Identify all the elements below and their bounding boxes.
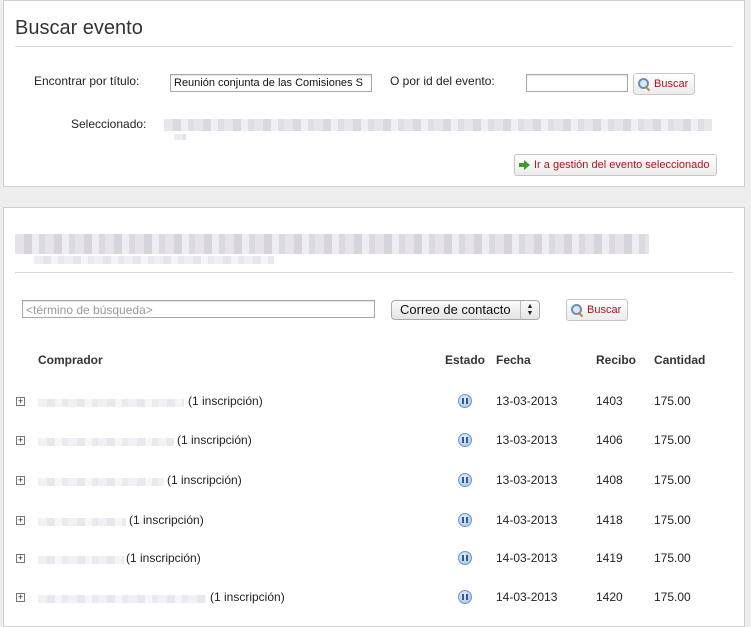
green-arrow-icon	[519, 160, 530, 170]
buyer-name-redacted	[38, 478, 164, 486]
column-header-status: Estado	[445, 353, 486, 367]
column-header-date: Fecha	[496, 353, 531, 367]
search-event-panel: Buscar evento Encontrar por título: Reun…	[3, 0, 745, 187]
pause-icon	[458, 513, 472, 527]
row-registrations: (1 inscripción)	[177, 433, 252, 447]
buyer-name-redacted	[38, 556, 124, 564]
row-receipt: 1403	[596, 394, 623, 408]
magnifier-icon	[638, 78, 650, 90]
row-receipt: 1418	[596, 513, 623, 527]
column-header-receipt: Recibo	[596, 353, 637, 367]
row-receipt: 1406	[596, 433, 623, 447]
event-name-redacted	[15, 234, 649, 254]
expand-row-icon[interactable]: +	[16, 516, 25, 525]
search-event-button-label: Buscar	[654, 78, 689, 90]
buyer-name-redacted	[38, 438, 174, 446]
row-receipt: 1408	[596, 473, 623, 487]
expand-row-icon[interactable]: +	[16, 436, 25, 445]
selected-event-redacted	[164, 119, 712, 131]
pause-icon	[458, 473, 472, 487]
row-receipt: 1419	[596, 551, 623, 565]
row-registrations: (1 inscripción)	[126, 551, 201, 565]
row-amount: 175.00	[654, 551, 691, 565]
event-id-input[interactable]	[526, 74, 628, 92]
row-date: 14-03-2013	[496, 513, 558, 527]
search-field-select-value: Correo de contacto	[400, 302, 511, 317]
selected-label: Seleccionado:	[71, 117, 147, 131]
search-event-button[interactable]: Buscar	[633, 73, 696, 95]
expand-row-icon[interactable]: +	[16, 593, 25, 602]
search-field-select[interactable]: Correo de contacto ▲ ▼	[391, 300, 540, 320]
row-registrations: (1 inscripción)	[167, 473, 242, 487]
row-registrations: (1 inscripción)	[188, 394, 263, 408]
pause-icon	[458, 394, 472, 408]
pause-icon	[458, 590, 472, 604]
buyer-name-redacted	[38, 595, 206, 603]
row-amount: 175.00	[654, 513, 691, 527]
event-title-input[interactable]: Reunión conjunta de las Comisiones S	[170, 74, 372, 92]
row-date: 13-03-2013	[496, 433, 558, 447]
go-to-event-button[interactable]: Ir a gestión del evento seleccionado	[514, 154, 717, 176]
event-divider	[15, 272, 733, 273]
select-arrows-icon: ▲ ▼	[520, 301, 539, 319]
row-date: 13-03-2013	[496, 394, 558, 408]
go-to-event-button-label: Ir a gestión del evento seleccionado	[534, 159, 710, 171]
magnifier-icon	[571, 304, 583, 316]
row-date: 13-03-2013	[496, 473, 558, 487]
column-header-buyer: Comprador	[38, 353, 103, 367]
buyer-search-button-label: Buscar	[587, 304, 622, 316]
row-amount: 175.00	[654, 433, 691, 447]
buyer-name-redacted	[38, 399, 184, 407]
row-registrations: (1 inscripción)	[129, 513, 204, 527]
row-date: 14-03-2013	[496, 551, 558, 565]
row-amount: 175.00	[654, 394, 691, 408]
title-divider	[15, 46, 733, 47]
buyer-name-redacted	[38, 518, 126, 526]
pause-icon	[458, 433, 472, 447]
row-amount: 175.00	[654, 590, 691, 604]
row-registrations: (1 inscripción)	[210, 590, 285, 604]
event-name-redacted-2	[34, 256, 274, 264]
row-receipt: 1420	[596, 590, 623, 604]
column-header-amount: Cantidad	[654, 353, 706, 367]
find-by-title-label: Encontrar por título:	[34, 74, 140, 88]
row-date: 14-03-2013	[496, 590, 558, 604]
expand-row-icon[interactable]: +	[16, 397, 25, 406]
buyers-panel	[3, 207, 745, 627]
selected-event-redacted-2	[174, 134, 186, 140]
by-id-label: O por id del evento:	[390, 74, 495, 88]
expand-row-icon[interactable]: +	[16, 554, 25, 563]
expand-row-icon[interactable]: +	[16, 476, 25, 485]
buyer-search-input[interactable]: <término de búsqueda>	[22, 300, 375, 318]
buyer-search-button[interactable]: Buscar	[566, 299, 629, 321]
pause-icon	[458, 551, 472, 565]
row-amount: 175.00	[654, 473, 691, 487]
page-title: Buscar evento	[15, 17, 143, 39]
